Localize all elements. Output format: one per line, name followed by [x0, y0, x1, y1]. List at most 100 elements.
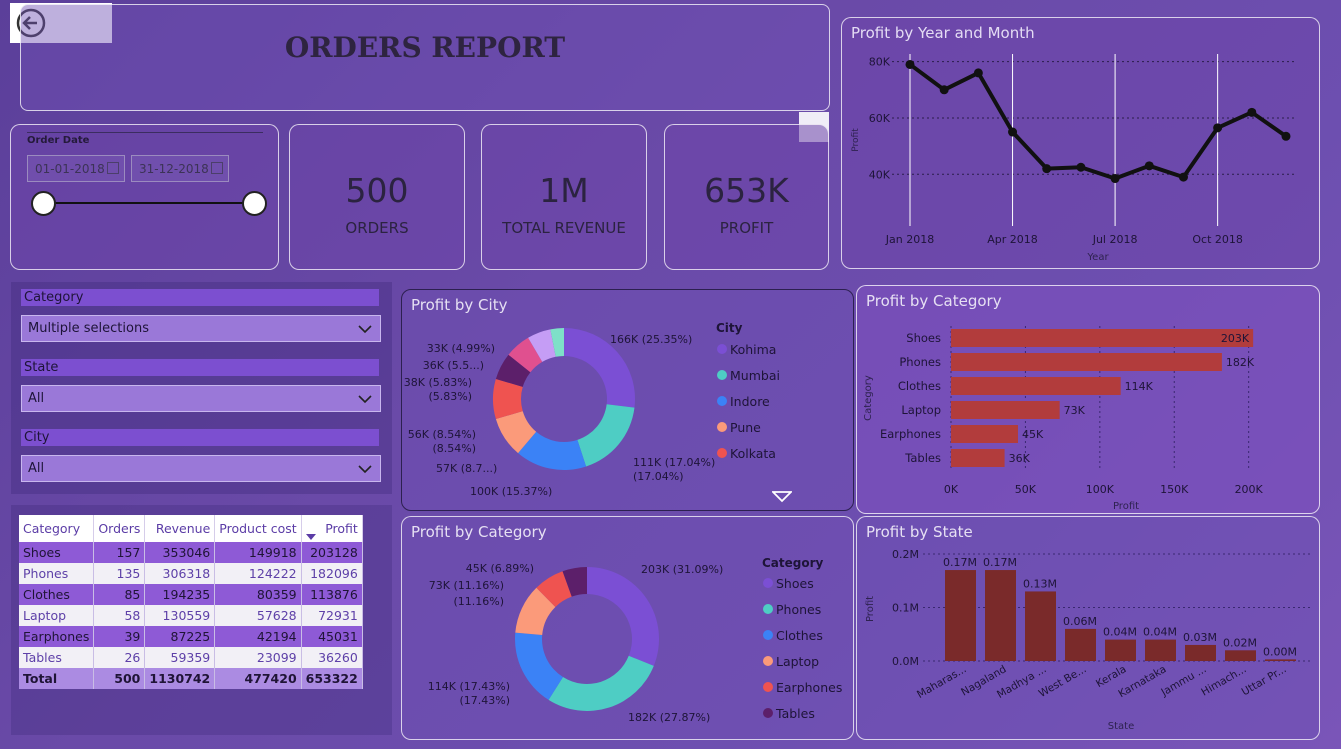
y-tick-label: 0.0M — [892, 655, 919, 668]
x-tick-label: Himach... — [1199, 663, 1248, 698]
legend-entry: Pune — [730, 420, 761, 435]
bar — [945, 570, 976, 661]
table-row[interactable]: Laptop 58 130559 57628 72931 — [19, 605, 363, 626]
state-bar-chart[interactable]: 0.0M0.1M0.2M0.17MMaharas...0.17MNagaland… — [857, 517, 1321, 741]
data-label: 182K — [1226, 356, 1255, 369]
legend-marker — [763, 630, 773, 640]
calendar-icon[interactable] — [107, 162, 119, 174]
category-donut-chart[interactable]: 203K (31.09%) 182K (27.87%) 114K (17.43%) 7… — [402, 517, 855, 741]
x-axis-label: Year — [1086, 252, 1109, 263]
legend-marker — [763, 708, 773, 718]
legend-marker — [763, 682, 773, 692]
table-cell: Tables — [19, 647, 95, 668]
legend-marker — [717, 422, 727, 432]
calendar-icon[interactable] — [211, 162, 223, 174]
table-cell: 306318 — [144, 563, 216, 584]
scroll-down-icon[interactable] — [772, 491, 792, 503]
city-donut-chart[interactable]: 166K (25.35%) 111K (17.04%) 100K (15.37%) 5… — [402, 290, 855, 512]
column-header[interactable]: Revenue — [144, 515, 216, 542]
bar — [951, 401, 1060, 419]
y-axis-label: Category — [863, 375, 874, 421]
legend-entry: Clothes — [776, 628, 823, 643]
category-bar-chart[interactable]: 0K 50K 100K 150K 200K Shoes 203K Phones 182K Clot… — [857, 286, 1321, 515]
table-cell: 72931 — [301, 605, 363, 626]
column-header-sorted[interactable]: Profit — [301, 515, 363, 542]
x-tick-label: 100K — [1086, 483, 1115, 496]
state-dropdown-value: All — [28, 391, 45, 406]
chevron-down-icon[interactable] — [358, 462, 372, 476]
table-total-cell: 477420 — [214, 668, 302, 689]
line-chart[interactable]: 40K 60K 80K Jan 2018 Apr 2018 Jul 2018 Oct 201… — [842, 18, 1321, 270]
chevron-down-icon[interactable] — [358, 322, 372, 336]
bar — [1065, 628, 1096, 661]
data-label: 0.06M — [1063, 615, 1097, 628]
table-total-cell: 653322 — [301, 668, 363, 689]
table-row[interactable]: Tables 26 59359 23099 36260 — [19, 647, 363, 668]
legend-entry: Mumbai — [730, 368, 780, 383]
table-total-cell: 1130742 — [144, 668, 216, 689]
y-tick-label: 0.1M — [892, 602, 919, 615]
kpi-label: PROFIT — [719, 219, 774, 237]
table-cell: 45031 — [301, 626, 363, 647]
legend-title: Category — [762, 556, 824, 570]
data-label: 0.04M — [1103, 626, 1137, 639]
data-label: 45K — [1022, 428, 1044, 441]
series-line — [908, 62, 1288, 181]
column-header[interactable]: Category — [19, 515, 95, 542]
state-dropdown[interactable]: All — [21, 385, 381, 412]
table-row[interactable]: Shoes 157 353046 149918 203128 — [19, 542, 363, 563]
table-cell: Clothes — [19, 584, 95, 605]
legend-marker — [763, 604, 773, 614]
x-tick-label: Apr 2018 — [987, 233, 1038, 246]
data-point — [905, 59, 915, 69]
table-cell: 80359 — [214, 584, 302, 605]
chevron-down-icon[interactable] — [358, 392, 372, 406]
data-point — [1178, 172, 1188, 182]
legend-marker — [763, 656, 773, 666]
sort-descending-icon[interactable] — [305, 534, 316, 540]
legend-entry: Indore — [730, 394, 770, 409]
table-total-row: Total 500 1130742 477420 653322 — [19, 668, 363, 689]
date-slider-end-handle[interactable] — [242, 191, 267, 216]
bar — [951, 377, 1121, 395]
date-slider-track[interactable] — [44, 202, 256, 204]
column-header[interactable]: Orders — [93, 515, 146, 542]
legend-title: City — [716, 321, 743, 335]
table-row[interactable]: Phones 135 306318 124222 182096 — [19, 563, 363, 584]
data-label: 73K (11.16%) — [429, 579, 504, 592]
data-label: 114K — [1125, 380, 1154, 393]
date-slider-start-handle[interactable] — [31, 191, 56, 216]
x-tick-label: Oct 2018 — [1192, 233, 1243, 246]
table-row[interactable]: Clothes 85 194235 80359 113876 — [19, 584, 363, 605]
data-label: 33K (4.99%) — [427, 342, 495, 355]
table-cell: 58 — [93, 605, 146, 626]
data-label: 0.04M — [1143, 626, 1177, 639]
table-cell: Laptop — [19, 605, 95, 626]
table-cell: 113876 — [301, 584, 363, 605]
column-header[interactable]: Product cost — [214, 515, 302, 542]
start-date-value: 01-01-2018 — [35, 162, 105, 176]
category-dropdown[interactable]: Multiple selections — [21, 315, 381, 342]
table-cell: 157 — [93, 542, 146, 563]
category-table: Category Orders Revenue Product cost Pro… — [19, 515, 363, 689]
kpi-label: ORDERS — [345, 219, 409, 237]
y-axis-label: Profit — [851, 128, 861, 152]
legend-entry: Laptop — [776, 654, 819, 669]
start-date-input[interactable]: 01-01-2018 — [27, 155, 125, 182]
x-tick-label: 0K — [944, 483, 959, 496]
city-dropdown[interactable]: All — [21, 455, 381, 482]
table-cell: 57628 — [214, 605, 302, 626]
data-label: 73K — [1064, 404, 1086, 417]
x-tick-label: 150K — [1160, 483, 1189, 496]
table-total-cell: Total — [19, 668, 95, 689]
data-label: 0.17M — [983, 556, 1017, 569]
end-date-value: 31-12-2018 — [139, 162, 209, 176]
table-row[interactable]: Earphones 39 87225 42194 45031 — [19, 626, 363, 647]
data-label: 182K (27.87%) — [628, 711, 710, 724]
end-date-input[interactable]: 31-12-2018 — [131, 155, 229, 182]
kpi-card-revenue: 1M TOTAL REVENUE — [481, 124, 647, 270]
table-cell: 149918 — [214, 542, 302, 563]
x-tick-label: Maharas... — [915, 663, 968, 701]
donut-slice — [587, 567, 659, 666]
data-label: 36K (5.5...) — [423, 359, 484, 372]
